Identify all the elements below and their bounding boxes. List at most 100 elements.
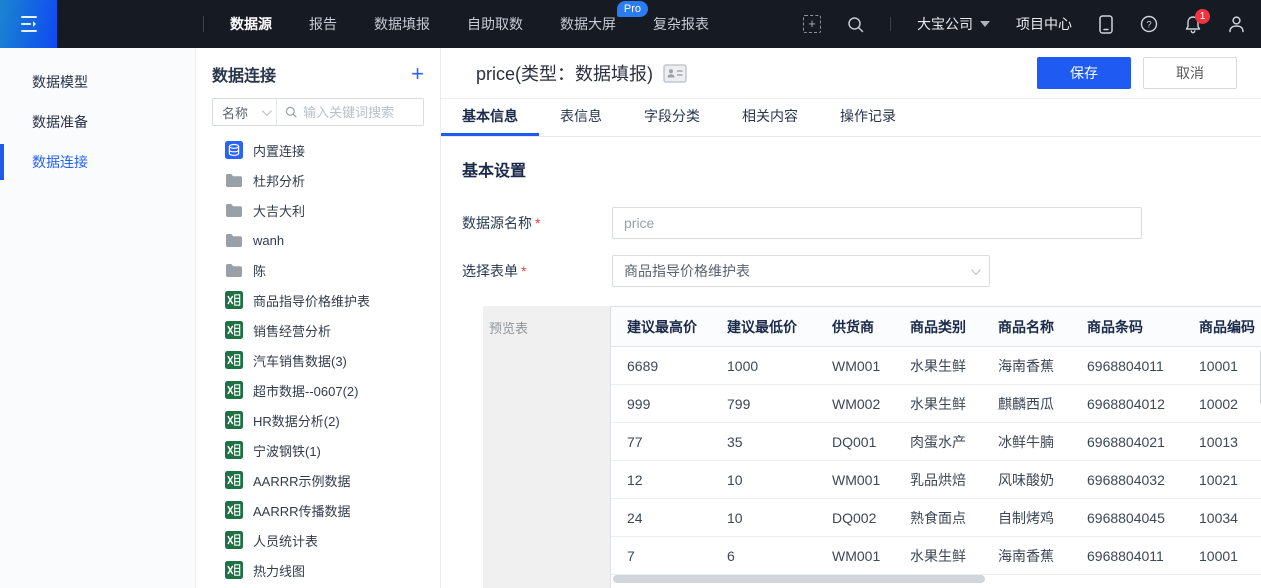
- tree-item-label: 杜邦分析: [253, 171, 305, 190]
- filter-type-label: 名称: [222, 103, 248, 122]
- excel-file-icon: [225, 441, 243, 459]
- tab[interactable]: 基本信息: [441, 99, 539, 136]
- project-center-link[interactable]: 项目中心: [1016, 14, 1072, 34]
- tab[interactable]: 相关内容: [721, 99, 819, 136]
- cancel-button[interactable]: 取消: [1143, 57, 1237, 89]
- nav-item[interactable]: 复杂报表: [653, 14, 709, 34]
- sidebar-item-label: 数据准备: [32, 112, 88, 132]
- tree-item[interactable]: 杜邦分析: [212, 165, 424, 195]
- tab-label: 操作记录: [840, 106, 896, 126]
- tree-item[interactable]: HR数据分析(2): [212, 405, 424, 435]
- tree-item[interactable]: 销售经营分析: [212, 315, 424, 345]
- database-connection-icon: [225, 141, 243, 159]
- table-cell: 77: [611, 434, 711, 450]
- tree-item-label: HR数据分析(2): [253, 411, 340, 430]
- tree-item-label: 销售经营分析: [253, 321, 331, 340]
- table-cell: 自制烤鸡: [982, 508, 1071, 528]
- nav-divider: [203, 16, 204, 32]
- excel-file-icon: [225, 471, 243, 489]
- save-button[interactable]: 保存: [1037, 57, 1131, 89]
- table-cell: 水果生鲜: [894, 546, 982, 566]
- nav-item-label: 数据填报: [374, 16, 430, 32]
- tree-item[interactable]: 汽车销售数据(3): [212, 345, 424, 375]
- tree-item[interactable]: 人员统计表: [212, 525, 424, 555]
- table-row: 999799WM002水果生鲜麒麟西瓜696880401210002: [611, 385, 1261, 423]
- horizontal-scrollbar[interactable]: [613, 575, 985, 583]
- tab[interactable]: 表信息: [539, 99, 623, 136]
- sidebar-item-label: 数据连接: [32, 152, 88, 172]
- table-cell: WM001: [816, 548, 894, 564]
- table-cell: 水果生鲜: [894, 394, 982, 414]
- search-icon: [285, 105, 297, 119]
- excel-file-icon: [225, 321, 243, 339]
- excel-file-icon: [225, 531, 243, 549]
- table-cell: 35: [711, 434, 816, 450]
- search-icon[interactable]: [847, 16, 864, 33]
- tab-label: 字段分类: [644, 106, 700, 126]
- top-navbar: 数据源 报告 数据填报 自助取数 数据大屏 Pro 复杂报表 +: [0, 0, 1261, 48]
- chevron-down-icon: [262, 106, 272, 116]
- sidebar-item[interactable]: 数据模型: [0, 62, 195, 102]
- table-cell: 海南香蕉: [982, 356, 1071, 376]
- add-connection-button[interactable]: +: [411, 64, 424, 84]
- table-cell: DQ001: [816, 434, 894, 450]
- table-cell: 12: [611, 472, 711, 488]
- tree-item[interactable]: 热力线图: [212, 555, 424, 585]
- user-avatar-icon[interactable]: [1228, 15, 1245, 33]
- help-icon[interactable]: ?: [1140, 15, 1158, 33]
- tree-item-label: AARRR传播数据: [253, 501, 351, 520]
- keyword-search-input[interactable]: [303, 105, 415, 120]
- tab[interactable]: 字段分类: [623, 99, 721, 136]
- folder-icon: [225, 231, 243, 249]
- sidebar-item[interactable]: 数据准备: [0, 102, 195, 142]
- table-cell: 799: [711, 396, 816, 412]
- tree-item[interactable]: wanh: [212, 225, 424, 255]
- tree-item[interactable]: 宁波钢铁(1): [212, 435, 424, 465]
- tree-item[interactable]: AARRR传播数据: [212, 495, 424, 525]
- tree-item[interactable]: 商品指导价格维护表: [212, 285, 424, 315]
- tab[interactable]: 操作记录: [819, 99, 917, 136]
- table-cell: 风味酸奶: [982, 470, 1071, 490]
- id-card-icon[interactable]: [663, 64, 687, 83]
- nav-item[interactable]: 报告: [309, 14, 337, 34]
- tree-item[interactable]: 陈: [212, 255, 424, 285]
- table-row: 1210WM001乳品烘焙风味酸奶696880403210021: [611, 461, 1261, 499]
- table-row: 7735DQ001肉蛋水产冰鲜牛腩696880402110013: [611, 423, 1261, 461]
- form-select[interactable]: 商品指导价格维护表: [612, 255, 990, 287]
- tree-item[interactable]: AARRR示例数据: [212, 465, 424, 495]
- column-header: 商品名称: [982, 317, 1071, 337]
- table-cell: WM001: [816, 358, 894, 374]
- nav-item-label: 自助取数: [467, 16, 523, 32]
- mobile-device-icon[interactable]: [1098, 15, 1114, 34]
- company-selector[interactable]: 大宝公司: [917, 14, 990, 34]
- filter-type-select[interactable]: 名称: [213, 99, 277, 125]
- datasource-name-input[interactable]: [612, 207, 1142, 239]
- preview-table-body: 66891000WM001水果生鲜海南香蕉6968804011100019997…: [611, 347, 1261, 575]
- table-cell: 10021: [1183, 472, 1261, 488]
- table-cell: 7: [611, 548, 711, 564]
- module-sidebar: 数据模型 数据准备 数据连接: [0, 48, 196, 588]
- tree-item[interactable]: 超市数据--0607(2): [212, 375, 424, 405]
- tree-item-label: 人员统计表: [253, 531, 318, 550]
- datasource-name-label: 数据源名称*: [462, 213, 612, 233]
- hamburger-menu-icon: [18, 15, 40, 33]
- table-cell: 麒麟西瓜: [982, 394, 1071, 414]
- notifications-bell-icon[interactable]: 1: [1184, 15, 1202, 34]
- nav-item[interactable]: 自助取数: [467, 14, 523, 34]
- tree-item-label: 商品指导价格维护表: [253, 291, 370, 310]
- menu-toggle-button[interactable]: [0, 0, 57, 48]
- tree-item[interactable]: 内置连接: [212, 135, 424, 165]
- table-cell: WM002: [816, 396, 894, 412]
- section-title: 基本设置: [462, 157, 1248, 181]
- nav-item[interactable]: 数据源: [230, 14, 272, 34]
- table-cell: 6968804032: [1071, 472, 1183, 488]
- add-widget-icon[interactable]: +: [803, 15, 821, 33]
- tree-item-label: wanh: [253, 233, 284, 248]
- tree-item[interactable]: 大吉大利: [212, 195, 424, 225]
- tree-item-label: 大吉大利: [253, 201, 305, 220]
- table-cell: 海南香蕉: [982, 546, 1071, 566]
- nav-item[interactable]: 数据大屏 Pro: [560, 14, 616, 34]
- sidebar-item[interactable]: 数据连接: [0, 142, 195, 182]
- nav-item[interactable]: 数据填报: [374, 14, 430, 34]
- column-header: 商品条码: [1071, 317, 1183, 337]
